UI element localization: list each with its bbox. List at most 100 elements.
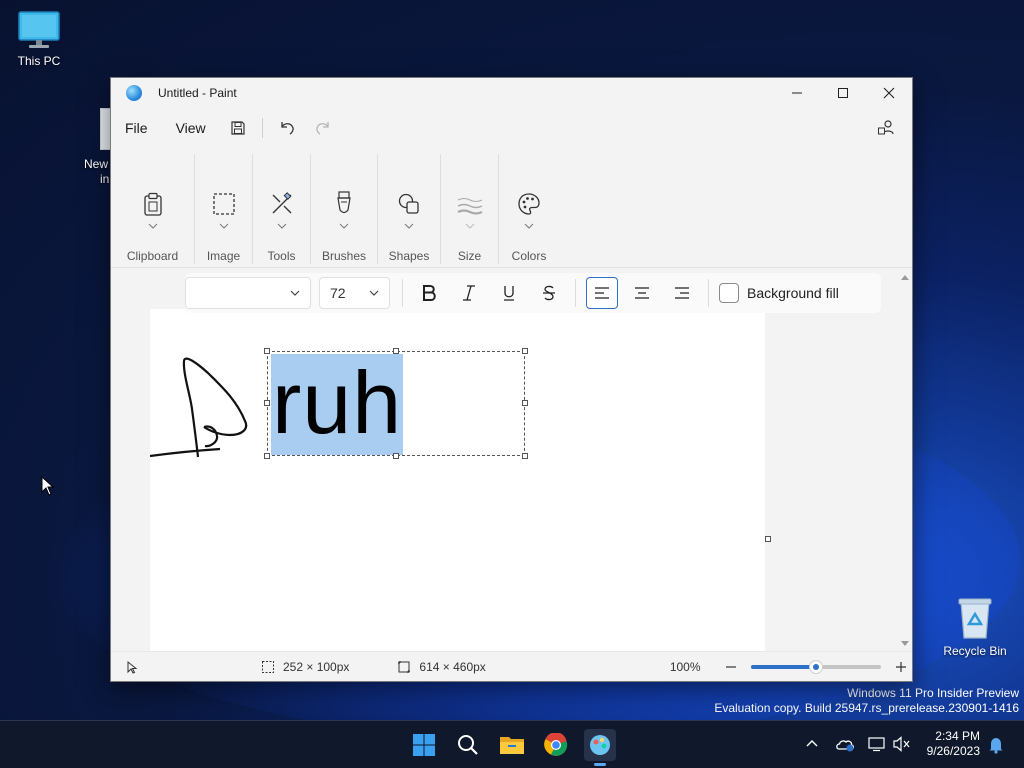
monitor-icon — [18, 11, 60, 48]
onedrive-icon[interactable] — [835, 736, 855, 752]
redo-button[interactable] — [305, 112, 341, 144]
desktop-icon-recycle-bin[interactable]: Recycle Bin — [942, 596, 1008, 658]
maximize-icon — [838, 88, 848, 98]
zoom-in-icon[interactable] — [895, 661, 907, 673]
resize-handle[interactable] — [393, 453, 399, 459]
close-button[interactable] — [866, 78, 912, 108]
active-app-indicator — [594, 763, 606, 766]
chrome-icon — [544, 733, 568, 756]
chevron-down-icon — [369, 290, 379, 296]
clock[interactable]: 2:34 PM 9/26/2023 — [920, 729, 980, 759]
window-title: Untitled - Paint — [158, 86, 237, 100]
shapes-icon — [398, 193, 419, 214]
canvas-size-icon — [398, 660, 411, 673]
search-button[interactable] — [452, 729, 484, 761]
resize-handle[interactable] — [522, 400, 528, 406]
ribbon-group-label: Clipboard — [126, 249, 179, 263]
canvas-size-text: 614 × 460px — [419, 659, 486, 674]
toolbar-divider — [402, 279, 403, 307]
mouse-cursor-icon — [41, 476, 55, 496]
start-button[interactable] — [408, 729, 440, 761]
person-settings-icon — [878, 120, 894, 135]
status-bar: 252 × 100px 614 × 460px 100% — [111, 651, 912, 681]
resize-handle[interactable] — [264, 400, 270, 406]
paint-taskbar-button[interactable] — [584, 729, 616, 766]
brush-icon — [337, 191, 351, 214]
paint-window: Untitled - Paint File View Clipboard Ima… — [110, 77, 913, 682]
strikethrough-button[interactable] — [533, 277, 565, 309]
chrome-button[interactable] — [540, 729, 572, 761]
chevron-down-icon — [148, 223, 157, 229]
bold-button[interactable] — [413, 277, 445, 309]
selection-size-text: 252 × 100px — [283, 659, 350, 674]
zoom-level[interactable]: 100% — [670, 660, 701, 674]
chevron-up-icon[interactable] — [806, 739, 818, 747]
resize-handle[interactable] — [264, 453, 270, 459]
resize-handle[interactable] — [264, 348, 270, 354]
ribbon-group-clipboard[interactable]: Clipboard — [111, 154, 195, 264]
ribbon-group-size[interactable]: Size — [441, 154, 499, 264]
undo-button[interactable] — [269, 112, 305, 144]
resize-handle[interactable] — [522, 348, 528, 354]
ribbon-group-tools[interactable]: Tools — [253, 154, 311, 264]
toolbar-divider — [575, 279, 576, 307]
align-center-button[interactable] — [626, 277, 658, 309]
desktop-icon-label-partial[interactable]: New in — [84, 157, 109, 187]
search-icon — [458, 735, 478, 755]
minimize-button[interactable] — [774, 78, 820, 108]
file-explorer-button[interactable] — [496, 729, 528, 761]
scroll-up-icon[interactable] — [898, 272, 912, 282]
taskbar: 2:34 PM 9/26/2023 — [0, 720, 1024, 768]
undo-icon — [281, 122, 294, 135]
vertical-scrollbar[interactable] — [898, 270, 912, 651]
ribbon-group-label: Brushes — [321, 249, 367, 263]
scroll-down-icon[interactable] — [898, 639, 912, 649]
maximize-button[interactable] — [820, 78, 866, 108]
zoom-slider-thumb[interactable] — [808, 659, 823, 674]
align-left-button[interactable] — [586, 277, 618, 309]
menu-file[interactable]: File — [111, 112, 162, 144]
ribbon-group-image[interactable]: Image — [195, 154, 253, 264]
align-right-icon — [675, 287, 689, 299]
ribbon-group-label: Image — [206, 249, 241, 263]
clock-date: 9/26/2023 — [926, 744, 980, 758]
save-button[interactable] — [220, 112, 256, 144]
zoom-slider-fill — [750, 664, 816, 669]
ribbon-group-brushes[interactable]: Brushes — [311, 154, 378, 264]
zoom-out-icon[interactable] — [725, 661, 737, 673]
drawing-canvas[interactable]: ruh — [150, 309, 765, 651]
ribbon-group-colors[interactable]: Colors — [499, 154, 559, 264]
desktop-icon-this-pc[interactable]: This PC — [12, 10, 66, 68]
canvas-resize-handle[interactable] — [765, 536, 771, 542]
ribbon-group-shapes[interactable]: Shapes — [378, 154, 441, 264]
align-right-button[interactable] — [666, 277, 698, 309]
title-bar[interactable]: Untitled - Paint — [111, 78, 912, 108]
chevron-down-icon — [465, 223, 474, 229]
share-account-button[interactable] — [868, 112, 904, 144]
ribbon-group-label: Tools — [267, 249, 296, 263]
background-fill-checkbox[interactable] — [719, 283, 739, 303]
resize-handle[interactable] — [522, 453, 528, 459]
italic-button[interactable] — [453, 277, 485, 309]
resize-handle[interactable] — [393, 348, 399, 354]
notification-bell-icon[interactable] — [988, 736, 1004, 754]
close-icon — [883, 87, 895, 99]
menu-view[interactable]: View — [162, 112, 220, 144]
ribbon-group-label: Size — [457, 249, 482, 263]
file-explorer-icon — [500, 737, 524, 754]
text-box-selection[interactable]: ruh — [264, 348, 528, 459]
ribbon-group-label: Colors — [511, 249, 547, 263]
canvas-text[interactable]: ruh — [272, 348, 402, 458]
paint-app-icon — [126, 85, 142, 101]
zoom-slider[interactable] — [750, 659, 881, 674]
volume-muted-icon[interactable] — [893, 736, 911, 752]
font-size-dropdown[interactable]: 72 — [319, 277, 390, 309]
chevron-down-icon — [339, 223, 349, 229]
desktop-icon-label: Recycle Bin — [943, 644, 1007, 658]
font-size-value: 72 — [330, 285, 346, 301]
underline-button[interactable] — [493, 277, 525, 309]
recycle-bin-icon — [958, 598, 992, 639]
network-icon[interactable] — [867, 736, 887, 752]
font-family-dropdown[interactable] — [185, 277, 311, 309]
select-icon — [212, 193, 235, 215]
